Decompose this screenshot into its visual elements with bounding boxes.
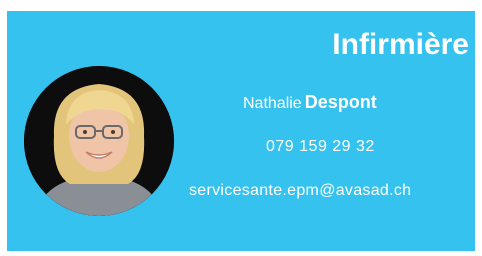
first-name: Nathalie [243, 95, 302, 112]
phone-number[interactable]: 079 159 29 32 [266, 137, 375, 157]
contact-name: Nathalie Despont [243, 91, 377, 115]
last-name: Despont [304, 92, 377, 112]
job-title: Infirmière [332, 28, 469, 61]
contact-card: Infirmière Nathalie Despont 079 159 29 32… [7, 11, 475, 251]
portrait-photo [24, 66, 174, 216]
avatar [24, 66, 174, 216]
email-address[interactable]: servicesante.epm@avasad.ch [189, 181, 411, 201]
